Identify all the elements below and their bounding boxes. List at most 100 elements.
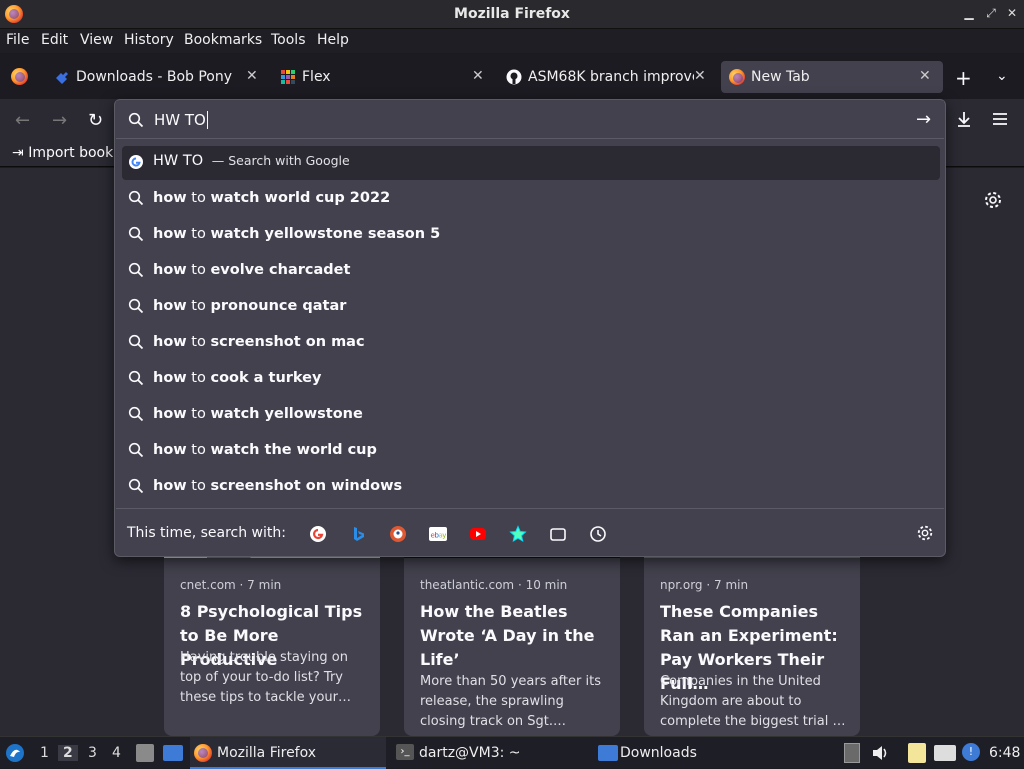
history-icon[interactable] [589,525,607,543]
duckduckgo-icon[interactable] [389,525,407,543]
downloads-icon[interactable] [955,110,973,128]
back-arrow-icon[interactable]: ← [15,110,30,131]
suggestion-rest: cook a turkey [210,370,322,386]
suggestion-typed: how [153,298,187,314]
tab-asm68k[interactable]: ASM68K branch improve ✕ [498,61,716,93]
menu-view[interactable]: View [80,32,113,48]
tab-flex[interactable]: Flex ✕ [272,61,494,93]
suggestion-row[interactable]: how to watch world cup 2022 [122,182,940,216]
task-firefox[interactable]: Mozilla Firefox [190,737,386,769]
tab-label: Flex [302,69,331,85]
import-bookmarks-label: Import book [28,145,114,161]
clock[interactable]: 6:48 [989,745,1020,761]
workspace-4[interactable]: 4 [112,745,121,761]
bookmarks-star-icon[interactable] [509,525,527,543]
story-source: theatlantic.com · 10 min [420,578,568,592]
hamburger-menu-icon[interactable] [992,111,1008,127]
tab-new-tab[interactable]: New Tab ✕ [721,61,943,93]
puzzle-icon [56,72,68,84]
tab-close-icon[interactable]: ✕ [919,68,931,84]
trash-icon[interactable] [844,743,860,763]
bing-icon[interactable] [349,525,367,543]
new-tab-plus-icon[interactable]: + [955,66,972,90]
minimize-icon[interactable]: ▁ [962,6,976,20]
suggestion-typed: how [153,406,187,422]
taskbar: 1 2 3 4 Mozilla Firefox ›_ dartz@VM3: ~ … [0,736,1024,769]
tab-close-icon[interactable]: ✕ [694,68,706,84]
tab-close-icon[interactable]: ✕ [246,68,258,84]
suggestion-row[interactable]: how to screenshot on mac [122,326,940,360]
suggestion-rest: screenshot on mac [210,334,365,350]
tabs-icon[interactable] [549,525,567,543]
gear-icon[interactable] [983,190,1003,210]
google-icon[interactable] [309,525,327,543]
task-label: dartz@VM3: ~ [419,745,521,761]
terminal-icon: ›_ [396,744,414,760]
menu-tools[interactable]: Tools [271,32,306,48]
network-icon[interactable] [934,745,956,761]
tab-label: New Tab [751,69,810,85]
files-launcher-icon[interactable] [136,744,154,762]
menu-bookmarks[interactable]: Bookmarks [184,32,262,48]
search-settings-gear-icon[interactable] [916,524,934,542]
urlbar-input-row: HW TO → [116,101,944,139]
tab-downloads-bob-pony[interactable]: Downloads - Bob Pony ✕ [46,61,268,93]
menu-file[interactable]: File [6,32,29,48]
suggestion-typed: how [153,442,187,458]
tab-label: ASM68K branch improve [528,69,694,85]
suggestion-typed: how [153,334,187,350]
suggestion-row[interactable]: how to pronounce qatar [122,290,940,324]
task-downloads[interactable]: Downloads [594,737,790,769]
suggestion-mid: to [186,190,211,206]
clipboard-icon[interactable] [908,743,926,763]
story-excerpt: Having trouble staying on top of your to… [180,650,351,705]
suggestion-typed: how [153,190,187,206]
search-icon [128,112,144,128]
tab-strip: Downloads - Bob Pony ✕ Flex ✕ ASM68K bra… [0,53,1024,99]
suggestion-rest: watch yellowstone season 5 [210,226,441,242]
suggestion-mid: to [186,442,211,458]
suggestion-row[interactable]: how to watch yellowstone [122,398,940,432]
workspace-2-active[interactable]: 2 [58,745,78,761]
story-card[interactable]: npr.org · 7 min These Companies Ran an E… [644,552,860,736]
suggestion-typed: how [153,226,187,242]
search-icon [128,478,144,494]
go-arrow-icon[interactable]: → [916,109,931,130]
search-icon [128,334,144,350]
task-terminal[interactable]: ›_ dartz@VM3: ~ [392,737,588,769]
ebay-icon[interactable]: ebay [429,525,447,543]
firefox-view-icon[interactable] [11,68,28,85]
story-card[interactable]: cnet.com · 7 min 8 Psychological Tips to… [164,552,380,736]
notification-icon[interactable]: ! [962,743,980,761]
suggestion-typed: how [153,262,187,278]
tab-close-icon[interactable]: ✕ [472,68,484,84]
start-menu-icon[interactable] [5,743,25,763]
suggestion-row[interactable]: how to evolve charcadet [122,254,940,288]
youtube-icon[interactable] [469,525,487,543]
suggestion-engine-hint: — Search with Google [211,153,350,168]
close-window-icon[interactable]: ✕ [1005,6,1019,20]
suggestion-row-selected[interactable]: HW TO — Search with Google [122,146,940,180]
menu-help[interactable]: Help [317,32,349,48]
suggestion-row[interactable]: how to screenshot on windows [122,470,940,504]
urlbar-input[interactable]: HW TO [154,111,208,129]
suggestion-mid: to [186,334,211,350]
window-title: Mozilla Firefox [454,6,570,22]
github-icon [506,69,522,85]
svg-text:y: y [442,532,446,540]
reload-icon[interactable]: ↻ [88,110,103,131]
menu-edit[interactable]: Edit [41,32,68,48]
story-card[interactable]: theatlantic.com · 10 min How the Beatles… [404,552,620,736]
list-all-tabs-chevron-icon[interactable]: ⌄ [996,68,1008,84]
import-bookmarks-button[interactable]: ⇥ Import book [12,145,113,161]
menu-history[interactable]: History [124,32,174,48]
volume-icon[interactable] [871,744,891,762]
forward-arrow-icon[interactable]: → [52,110,67,131]
workspace-1[interactable]: 1 [40,745,49,761]
suggestion-row[interactable]: how to watch yellowstone season 5 [122,218,940,252]
workspace-3[interactable]: 3 [88,745,97,761]
show-desktop-icon[interactable] [163,745,183,761]
restore-icon[interactable]: ⤢ [984,6,998,20]
suggestion-row[interactable]: how to cook a turkey [122,362,940,396]
suggestion-row[interactable]: how to watch the world cup [122,434,940,468]
